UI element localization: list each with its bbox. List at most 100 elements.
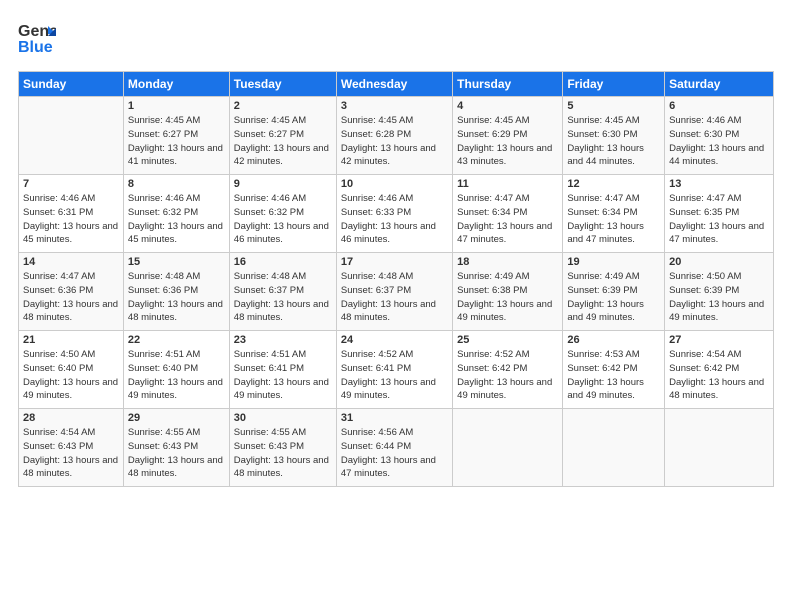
daylight-label: Daylight: 13 hours and 49 minutes. xyxy=(457,377,552,402)
sunrise-label: Sunrise: 4:50 AM xyxy=(669,271,741,282)
daylight-label: Daylight: 13 hours and 47 minutes. xyxy=(669,221,764,246)
calendar-cell: 10 Sunrise: 4:46 AMSunset: 6:33 PMDayligh… xyxy=(336,175,452,253)
sunrise-label: Sunrise: 4:47 AM xyxy=(669,193,741,204)
sunrise-label: Sunrise: 4:48 AM xyxy=(128,271,200,282)
sunset-label: Sunset: 6:42 PM xyxy=(567,363,637,374)
calendar-cell: 27Sunrise: 4:54 AMSunset: 6:42 PMDayligh… xyxy=(665,331,774,409)
sunrise-label: Sunrise: 4:48 AM xyxy=(341,271,413,282)
day-number: 29 xyxy=(128,412,225,424)
sunset-label: Sunset: 6:30 PM xyxy=(669,129,739,140)
calendar-cell: 1Sunrise: 4:45 AMSunset: 6:27 PMDaylight… xyxy=(123,97,229,175)
calendar-cell: 3 Sunrise: 4:45 AM Sunset: 6:28 PM Daylight… xyxy=(336,97,452,175)
daylight-label: Daylight: 13 hours and 42 minutes. xyxy=(341,143,436,168)
cell-info: Sunrise: 4:49 AMSunset: 6:39 PMDaylight:… xyxy=(567,270,660,325)
sunset-label: Sunset: 6:43 PM xyxy=(23,441,93,452)
sunrise-label: Sunrise: 4:45 AM xyxy=(128,115,200,126)
sunrise-label: Sunrise: 4:47 AM xyxy=(457,193,529,204)
cell-info: Sunrise: 4:52 AM Sunset: 6:41 PM Daylight:… xyxy=(341,348,448,403)
daylight-label: Daylight: 13 hours and 49 minutes. xyxy=(341,377,436,402)
daylight-label: Daylight: 13 hours and 44 minutes. xyxy=(669,143,764,168)
day-number: 6 xyxy=(669,100,769,112)
day-number: 16 xyxy=(234,256,332,268)
sunset-label: Sunset: 6:34 PM xyxy=(567,207,637,218)
calendar-cell: 12Sunrise: 4:47 AMSunset: 6:34 PMDayligh… xyxy=(563,175,665,253)
cell-info: Sunrise: 4:53 AMSunset: 6:42 PMDaylight:… xyxy=(567,348,660,403)
calendar-cell: 22Sunrise: 4:51 AMSunset: 6:40 PMDayligh… xyxy=(123,331,229,409)
daylight-label: Daylight: 13 hours and 45 minutes. xyxy=(23,221,118,246)
sunset-label: Sunset: 6:37 PM xyxy=(341,285,411,296)
daylight-label: Daylight: 13 hours and 48 minutes. xyxy=(234,455,329,480)
sunrise-label: Sunrise: 4:49 AM xyxy=(457,271,529,282)
sunrise-label: Sunrise: 4:45 AM xyxy=(341,115,413,126)
calendar-cell: 6Sunrise: 4:46 AMSunset: 6:30 PMDaylight… xyxy=(665,97,774,175)
sunset-label: Sunset: 6:36 PM xyxy=(23,285,93,296)
calendar-cell: 17 Sunrise: 4:48 AM Sunset: 6:37 PM Dayligh… xyxy=(336,253,452,331)
week-row-4: 21Sunrise: 4:50 AMSunset: 6:40 PMDayligh… xyxy=(19,331,774,409)
day-number: 17 xyxy=(341,256,448,268)
daylight-label: Daylight: 13 hours and 48 minutes. xyxy=(341,299,436,324)
day-number: 28 xyxy=(23,412,119,424)
day-number: 4 xyxy=(457,100,558,112)
sunset-label: Sunset: 6:40 PM xyxy=(23,363,93,374)
page: General Blue SundayMondayTuesdayWednesda… xyxy=(0,0,792,612)
calendar-cell xyxy=(665,409,774,487)
day-number: 5 xyxy=(567,100,660,112)
daylight-label: Daylight: 13 hours and 47 minutes. xyxy=(341,455,436,480)
cell-info: Sunrise: 4:48 AMSunset: 6:37 PMDaylight:… xyxy=(234,270,332,325)
calendar-cell: 21Sunrise: 4:50 AMSunset: 6:40 PMDayligh… xyxy=(19,331,124,409)
sunset-label: Sunset: 6:41 PM xyxy=(341,363,411,374)
svg-text:Blue: Blue xyxy=(18,39,53,56)
cell-info: Sunrise: 4:50 AMSunset: 6:40 PMDaylight:… xyxy=(23,348,119,403)
cell-info: Sunrise: 4:45 AM Sunset: 6:28 PM Daylight:… xyxy=(341,114,448,169)
sunrise-label: Sunrise: 4:53 AM xyxy=(567,349,639,360)
sunset-label: Sunset: 6:43 PM xyxy=(234,441,304,452)
sunrise-label: Sunrise: 4:52 AM xyxy=(341,349,413,360)
sunset-label: Sunset: 6:38 PM xyxy=(457,285,527,296)
sunrise-label: Sunrise: 4:55 AM xyxy=(128,427,200,438)
day-number: 30 xyxy=(234,412,332,424)
sunrise-label: Sunrise: 4:45 AM xyxy=(567,115,639,126)
cell-info: Sunrise: 4:45 AMSunset: 6:27 PMDaylight:… xyxy=(128,114,225,169)
calendar-cell: 15 Sunrise: 4:48 AMSunset: 6:36 PMDayligh… xyxy=(123,253,229,331)
day-number: 3 xyxy=(341,100,448,112)
sunset-label: Sunset: 6:44 PM xyxy=(341,441,411,452)
calendar-cell: 7Sunrise: 4:46 AMSunset: 6:31 PMDaylight… xyxy=(19,175,124,253)
cell-info: Sunrise: 4:45 AMSunset: 6:30 PMDaylight:… xyxy=(567,114,660,169)
sunrise-label: Sunrise: 4:47 AM xyxy=(567,193,639,204)
col-header-saturday: Saturday xyxy=(665,72,774,97)
day-number: 10 xyxy=(341,178,448,190)
cell-info: Sunrise: 4:47 AMSunset: 6:36 PMDaylight:… xyxy=(23,270,119,325)
sunrise-label: Sunrise: 4:55 AM xyxy=(234,427,306,438)
calendar-cell: 29Sunrise: 4:55 AMSunset: 6:43 PMDayligh… xyxy=(123,409,229,487)
sunset-label: Sunset: 6:34 PM xyxy=(457,207,527,218)
sunrise-label: Sunrise: 4:49 AM xyxy=(567,271,639,282)
day-number: 22 xyxy=(128,334,225,346)
sunrise-label: Sunrise: 4:46 AM xyxy=(23,193,95,204)
daylight-label: Daylight: 13 hours and 49 minutes. xyxy=(669,299,764,324)
day-number: 31 xyxy=(341,412,448,424)
daylight-label: Daylight: 13 hours and 46 minutes. xyxy=(341,221,436,246)
sunset-label: Sunset: 6:27 PM xyxy=(234,129,304,140)
sunrise-label: Sunrise: 4:50 AM xyxy=(23,349,95,360)
col-header-wednesday: Wednesday xyxy=(336,72,452,97)
day-number: 14 xyxy=(23,256,119,268)
sunset-label: Sunset: 6:28 PM xyxy=(341,129,411,140)
sunset-label: Sunset: 6:35 PM xyxy=(669,207,739,218)
calendar-body: 1Sunrise: 4:45 AMSunset: 6:27 PMDaylight… xyxy=(19,97,774,487)
sunrise-label: Sunrise: 4:45 AM xyxy=(234,115,306,126)
day-number: 15 xyxy=(128,256,225,268)
daylight-label: Daylight: 13 hours and 48 minutes. xyxy=(669,377,764,402)
col-header-thursday: Thursday xyxy=(453,72,563,97)
col-header-friday: Friday xyxy=(563,72,665,97)
sunrise-label: Sunrise: 4:46 AM xyxy=(234,193,306,204)
daylight-label: Daylight: 13 hours and 45 minutes. xyxy=(128,221,223,246)
sunrise-label: Sunrise: 4:54 AM xyxy=(23,427,95,438)
calendar-table: SundayMondayTuesdayWednesdayThursdayFrid… xyxy=(18,71,774,487)
cell-info: Sunrise: 4:46 AMSunset: 6:33 PMDaylight:… xyxy=(341,192,448,247)
daylight-label: Daylight: 13 hours and 46 minutes. xyxy=(234,221,329,246)
cell-info: Sunrise: 4:48 AMSunset: 6:36 PMDaylight:… xyxy=(128,270,225,325)
daylight-label: Daylight: 13 hours and 49 minutes. xyxy=(457,299,552,324)
cell-info: Sunrise: 4:56 AMSunset: 6:44 PMDaylight:… xyxy=(341,426,448,481)
day-number: 11 xyxy=(457,178,558,190)
day-number: 24 xyxy=(341,334,448,346)
